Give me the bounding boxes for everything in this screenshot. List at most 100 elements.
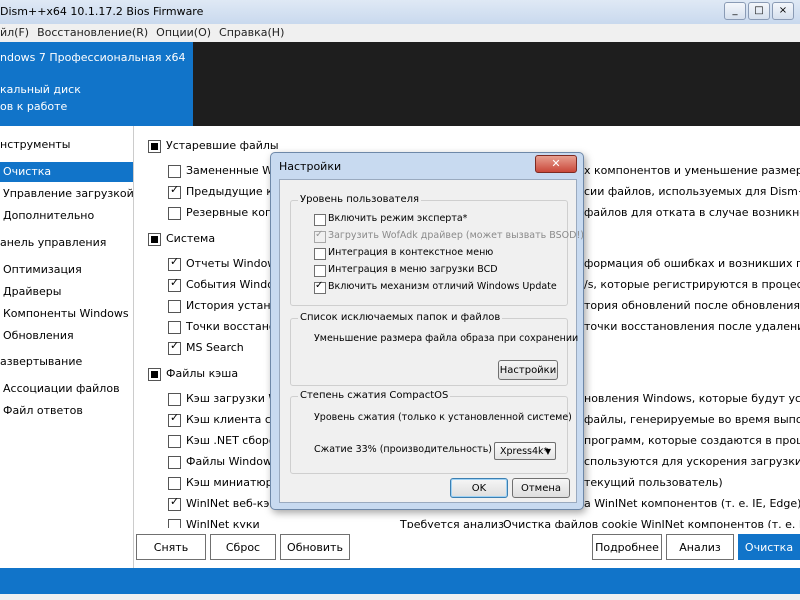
compression-select-value: Xpress4k* xyxy=(500,446,549,457)
expert-mode-checkbox[interactable] xyxy=(314,214,326,226)
sidebar-item-updates[interactable]: Обновления xyxy=(0,326,133,346)
dialog-close-icon[interactable]: ✕ xyxy=(535,155,577,173)
item-checkbox[interactable] xyxy=(168,456,181,469)
item-label: MS Search xyxy=(186,341,244,354)
sidebar-section-tools[interactable]: нструменты xyxy=(0,135,130,155)
cancel-button[interactable]: Отмена xyxy=(512,478,570,498)
windows-update-diff-label: Включить механизм отличий Windows Update xyxy=(328,281,557,292)
item-checkbox[interactable] xyxy=(168,477,181,490)
group-label-cache: Файлы кэша xyxy=(166,367,239,380)
menu-help[interactable]: Справка(H) xyxy=(219,24,284,42)
menu-options[interactable]: Опции(O) xyxy=(156,24,211,42)
sidebar-section-control-panel[interactable]: анель управления xyxy=(0,233,130,253)
settings-dialog: Настройки ✕ Уровень пользователя Включит… xyxy=(270,152,584,510)
sidebar-section-deployment[interactable]: азвертывание xyxy=(0,352,130,372)
item-description: Очистка файлов cookie WinINet компоненто… xyxy=(503,518,800,528)
maximize-button[interactable]: □ xyxy=(748,2,770,20)
item-description: программ, которые создаются в процессе в xyxy=(584,434,800,447)
footer-strip xyxy=(0,594,800,600)
item-checkbox[interactable] xyxy=(168,321,181,334)
reset-button[interactable]: Сброс xyxy=(210,534,276,560)
item-status: Требуется анализ xyxy=(400,518,504,528)
uncheck-button[interactable]: Снять xyxy=(136,534,206,560)
item-description: х компонентов и уменьшение размера х xyxy=(584,164,800,177)
group-checkbox-obsolete[interactable] xyxy=(148,140,161,153)
item-checkbox[interactable] xyxy=(168,339,181,355)
compactos-text: Уровень сжатия (только к установленной с… xyxy=(314,412,572,423)
compression-select[interactable]: Xpress4k* ▼ xyxy=(494,442,556,460)
exclusions-title: Список исключаемых папок и файлов xyxy=(298,312,503,323)
item-description: а WinINet компонентов (т. е. IE, Edge) д… xyxy=(584,497,800,510)
sidebar-item-drivers[interactable]: Драйверы xyxy=(0,282,133,302)
status-bar xyxy=(0,568,800,594)
item-checkbox[interactable] xyxy=(168,435,181,448)
sidebar: нструменты Очистка Управление загрузкой … xyxy=(0,126,134,568)
disk-label: кальный диск xyxy=(0,83,81,96)
compactos-title: Степень сжатия CompactOS xyxy=(298,390,451,401)
exclusions-settings-button[interactable]: Настройки xyxy=(498,360,558,380)
wofadk-driver-checkbox xyxy=(314,229,326,243)
sidebar-item-cleanup[interactable]: Очистка xyxy=(0,162,133,182)
details-button[interactable]: Подробнее xyxy=(592,534,662,560)
expert-mode-label: Включить режим эксперта* xyxy=(328,213,468,224)
window-title: Dism++x64 10.1.17.2 Bios Firmware xyxy=(0,5,204,18)
sidebar-item-windows-components[interactable]: Компоненты Windows xyxy=(0,304,133,324)
item-description: спользуются для ускорения загрузки прило… xyxy=(584,455,800,468)
item-description: точки восстановления после удаления всех xyxy=(584,320,800,333)
item-checkbox[interactable] xyxy=(168,300,181,313)
chevron-down-icon: ▼ xyxy=(544,447,551,456)
compression-ratio-label: Сжатие 33% (производительность) xyxy=(314,444,492,455)
minimize-button[interactable]: _ xyxy=(724,2,746,20)
item-description: текущий пользователь) xyxy=(584,476,723,489)
item-checkbox[interactable] xyxy=(168,393,181,406)
group-label-obsolete: Устаревшие файлы xyxy=(166,139,279,152)
context-menu-label: Интеграция в контекстное меню xyxy=(328,247,494,258)
item-label: WinINet куки xyxy=(186,518,260,528)
item-checkbox[interactable] xyxy=(168,519,181,528)
ok-button[interactable]: OK xyxy=(450,478,508,498)
item-label: Резервные копи xyxy=(186,206,280,219)
bcd-menu-checkbox[interactable] xyxy=(314,265,326,277)
item-checkbox[interactable] xyxy=(168,255,181,271)
item-description: файлы, генерируемые во время выполнения xyxy=(584,413,800,426)
item-checkbox[interactable] xyxy=(168,276,181,292)
group-checkbox-cache[interactable] xyxy=(148,368,161,381)
menu-restore[interactable]: Восстановление(R) xyxy=(37,24,148,42)
analyze-button[interactable]: Анализ xyxy=(666,534,734,560)
group-checkbox-system[interactable] xyxy=(148,233,161,246)
clean-button[interactable]: Очистка xyxy=(738,534,800,560)
item-description: формация об ошибках и возникших пробле xyxy=(584,257,800,270)
compactos-group xyxy=(290,396,568,474)
bcd-menu-label: Интеграция в меню загрузки BCD xyxy=(328,264,498,275)
item-checkbox[interactable] xyxy=(168,165,181,178)
close-window-button[interactable]: × xyxy=(772,2,794,20)
sidebar-item-file-associations[interactable]: Ассоциации файлов xyxy=(0,379,133,399)
menu-bar: йл(F) Восстановление(R) Опции(O) Справка(H) xyxy=(0,24,800,43)
item-checkbox[interactable] xyxy=(168,411,181,427)
item-label: События Window xyxy=(186,278,283,291)
sidebar-item-boot-manager[interactable]: Управление загрузкой xyxy=(0,184,134,204)
item-checkbox[interactable] xyxy=(168,495,181,511)
exclusions-text: Уменьшение размера файла образа при сохр… xyxy=(314,333,579,344)
item-description: сии файлов, используемых для Dism++. xyxy=(584,185,800,198)
item-description: тория обновлений после обновления систем xyxy=(584,299,800,312)
windows-update-diff-checkbox[interactable] xyxy=(314,280,326,294)
item-description: новления Windows, которые будут установ xyxy=(584,392,800,405)
dialog-title: Настройки xyxy=(279,160,342,173)
session-banner[interactable]: ndows 7 Профессиональная x64 кальный дис… xyxy=(0,42,193,126)
refresh-button[interactable]: Обновить xyxy=(280,534,350,560)
item-label: Отчеты Windows xyxy=(186,257,283,270)
item-checkbox[interactable] xyxy=(168,207,181,220)
sidebar-item-advanced[interactable]: Дополнительно xyxy=(0,206,133,226)
item-label: Точки восстанов xyxy=(186,320,283,333)
sidebar-item-optimization[interactable]: Оптимизация xyxy=(0,260,133,280)
banner-dark-area xyxy=(193,42,800,126)
item-description: файлов для отката в случае возникновения xyxy=(584,206,800,219)
menu-file[interactable]: йл(F) xyxy=(0,24,29,42)
sidebar-item-answer-file[interactable]: Файл ответов xyxy=(0,401,133,421)
context-menu-checkbox[interactable] xyxy=(314,248,326,260)
item-checkbox[interactable] xyxy=(168,183,181,199)
dialog-body: Уровень пользователя Включить режим эксп… xyxy=(279,179,584,503)
group-label-system: Система xyxy=(166,232,216,245)
item-label: WinINet веб-кэш xyxy=(186,497,280,510)
